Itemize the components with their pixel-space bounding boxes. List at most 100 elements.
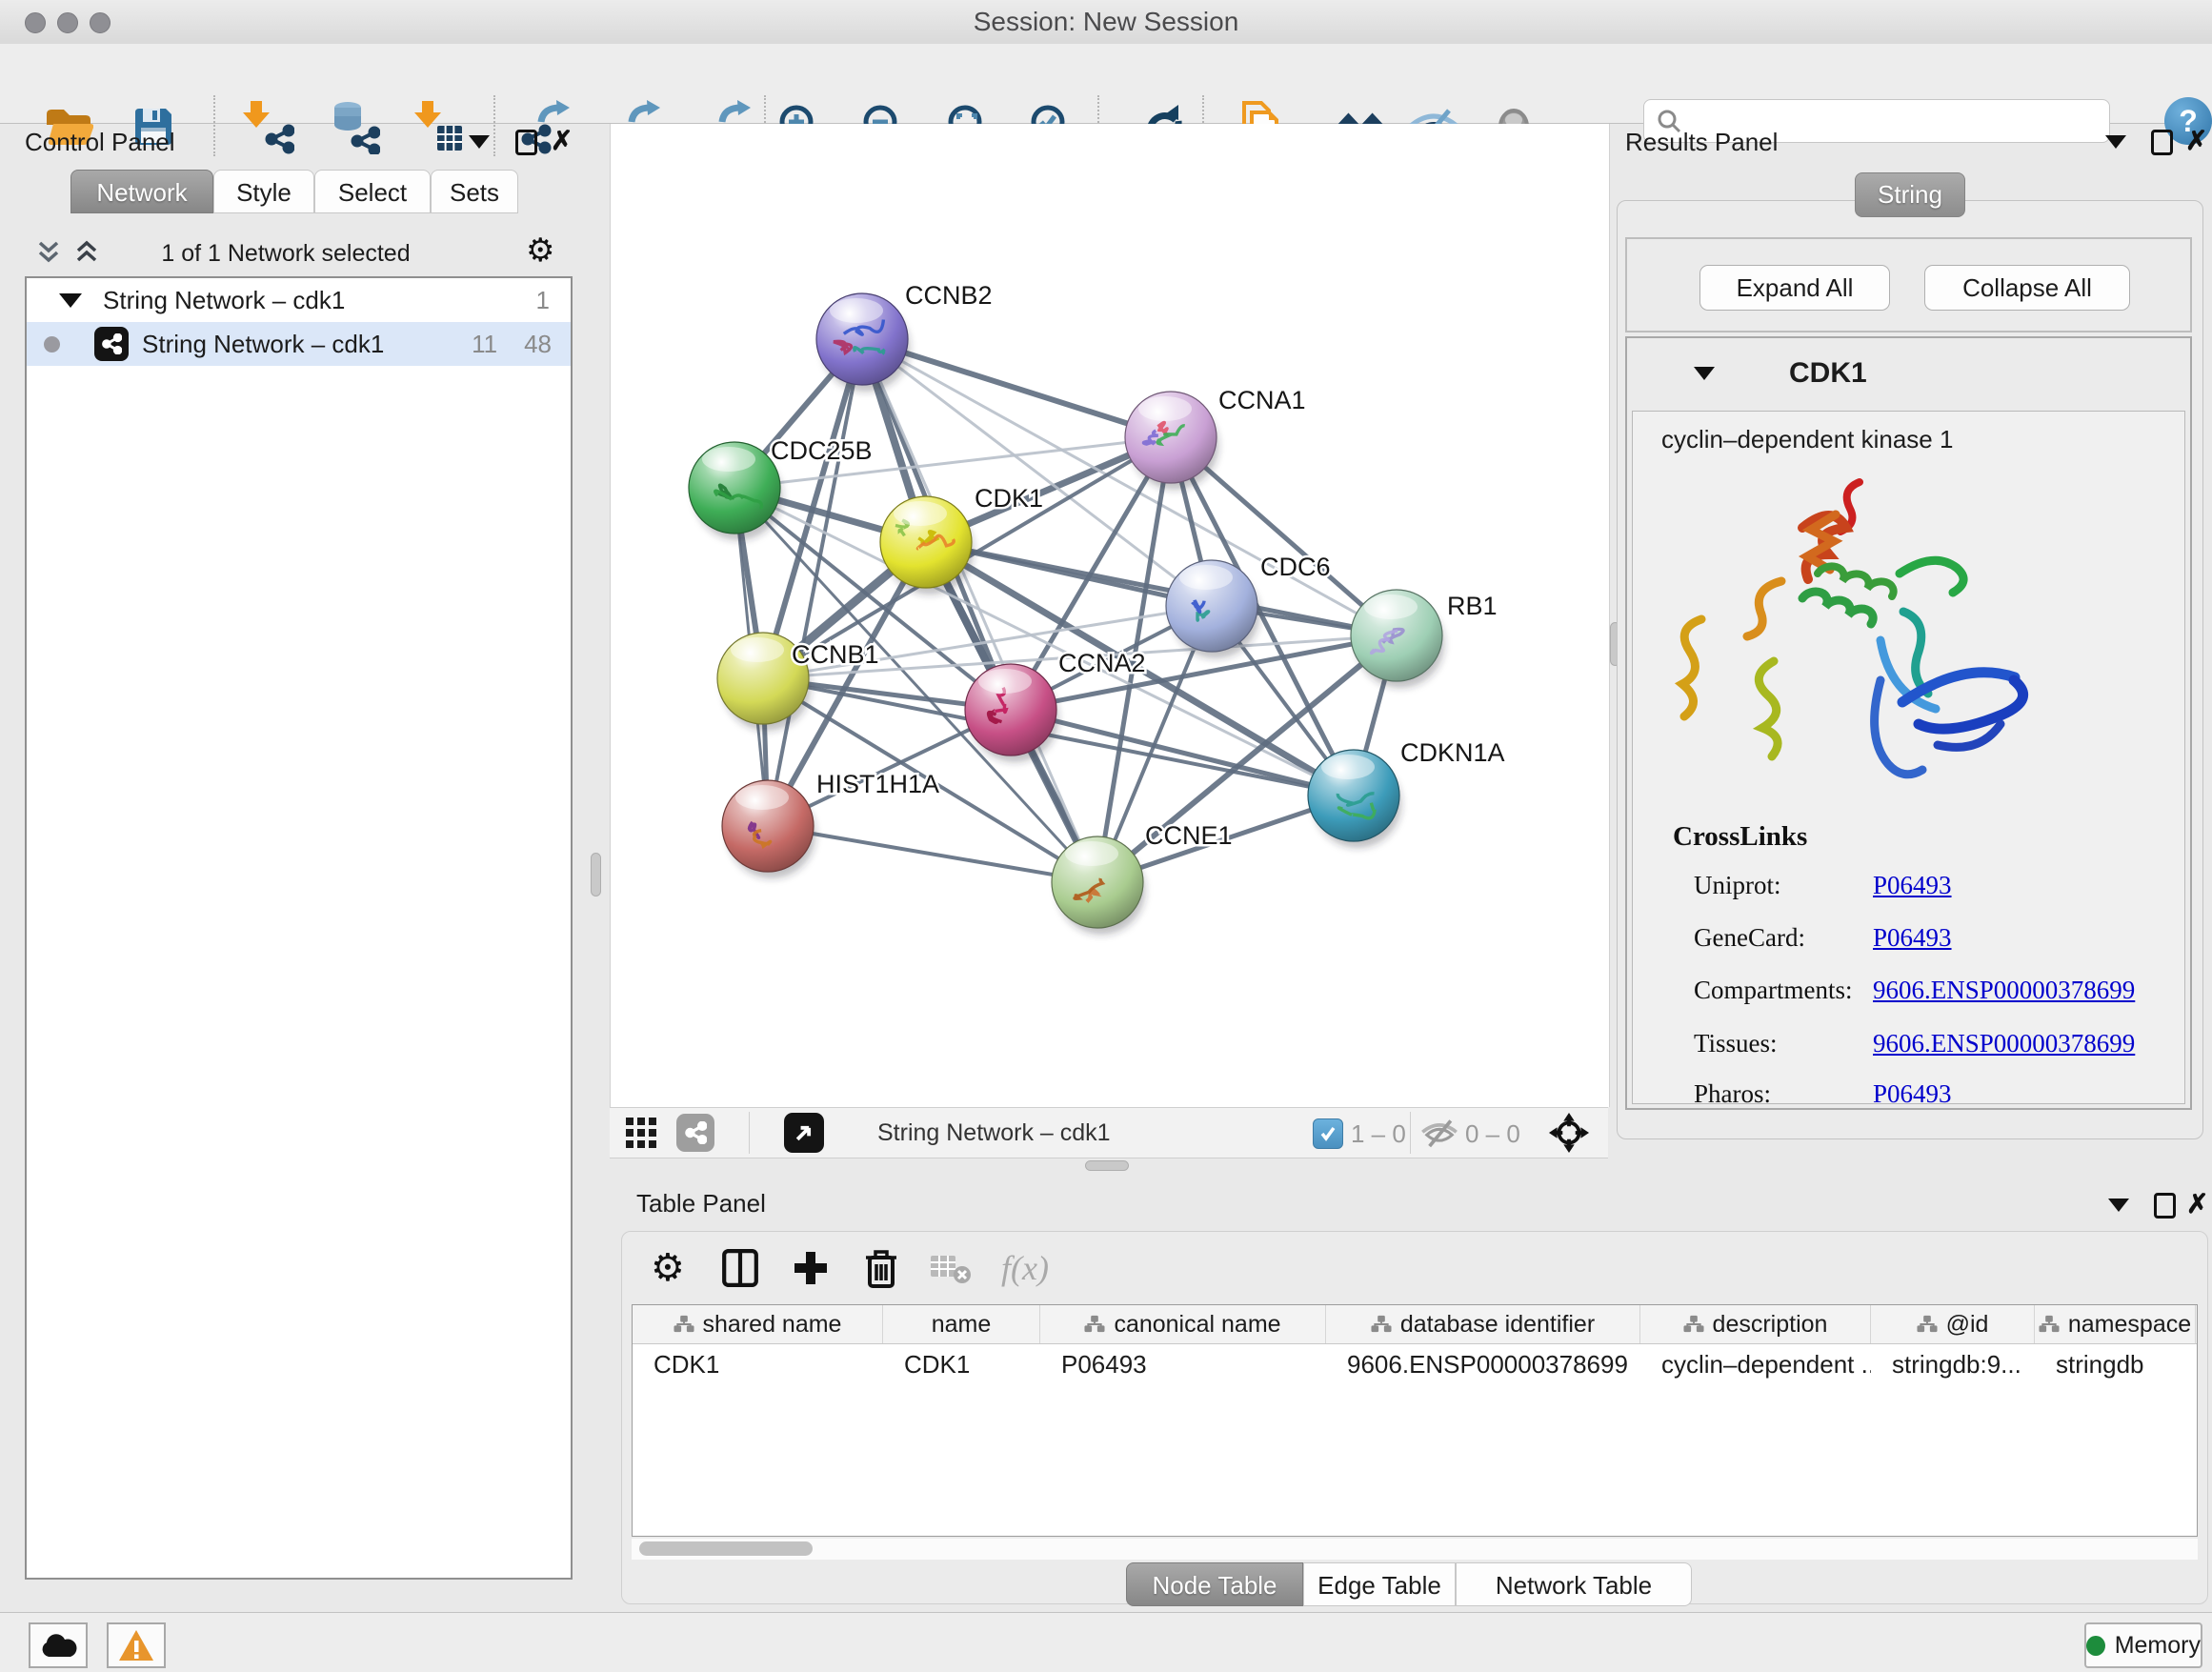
collapse-all-button[interactable]: Collapse All [1924,265,2130,311]
column-header-namespace[interactable]: namespace [2035,1305,2196,1343]
tab-sets[interactable]: Sets [431,170,518,213]
import-network-button[interactable] [240,99,295,154]
function-builder-button[interactable]: f(x) [1001,1241,1049,1295]
crosslinks-heading: CrossLinks [1673,821,1807,853]
scrollbar-thumb[interactable] [639,1541,813,1556]
table-cell[interactable]: CDK1 [633,1344,883,1384]
gene-expander-icon[interactable] [1694,367,1715,380]
expand-all-networks-button[interactable] [72,238,101,272]
column-header-name[interactable]: name [883,1305,1040,1343]
table-cell[interactable]: stringdb:9... [1871,1344,2035,1384]
node-label-HIST1H1A: HIST1H1A [816,770,939,798]
crosslink-value-link[interactable]: P06493 [1873,923,1952,953]
show-columns-button[interactable] [720,1241,760,1295]
table-row[interactable]: CDK1CDK1P064939606.ENSP00000378699cyclin… [633,1344,2197,1384]
table-panel-close-button[interactable]: ✗ [2186,1195,2208,1214]
node-CDC6[interactable] [1166,560,1259,658]
tab-style[interactable]: Style [213,170,314,213]
column-header-label: database identifier [1400,1311,1595,1339]
expand-all-button[interactable]: Expand All [1699,265,1890,311]
memory-button[interactable]: Memory [2084,1622,2202,1668]
delete-table-button[interactable] [929,1241,973,1295]
table-cell[interactable]: CDK1 [883,1344,1040,1384]
app-toolbar: ? [0,44,2212,124]
collection-count: 1 [536,286,550,315]
open-in-window-button[interactable] [784,1113,824,1153]
protein-structure-image [1659,459,2079,819]
node-HIST1H1A[interactable] [722,780,815,878]
node-RB1[interactable] [1351,590,1444,688]
network-collection-row[interactable]: String Network – cdk1 1 [27,278,571,322]
import-table-button[interactable] [412,99,467,154]
node-CDKN1A[interactable] [1308,750,1401,848]
column-header-database-identifier[interactable]: database identifier [1326,1305,1640,1343]
tab-select[interactable]: Select [314,170,431,213]
table-cell[interactable]: stringdb [2035,1344,2196,1384]
network-selection-status: 1 of 1 Network selected [124,240,448,268]
column-header-canonical-name[interactable]: canonical name [1040,1305,1326,1343]
collapse-all-networks-button[interactable] [34,238,63,272]
table-panel-float-button[interactable] [2154,1193,2176,1219]
column-header-description[interactable]: description [1640,1305,1871,1343]
fit-selected-button[interactable] [1548,1112,1590,1158]
crosslink-value-link[interactable]: 9606.ENSP00000378699 [1873,1029,2135,1058]
network-row-selected[interactable]: String Network – cdk1 11 48 [27,322,571,366]
toolbar-separator [213,95,215,156]
table-panel-menu-button[interactable] [2108,1199,2129,1212]
tab-network-table[interactable]: Network Table [1456,1562,1692,1606]
network-edge-count: 48 [524,330,552,359]
trash-icon [862,1246,900,1290]
node-CCNA1[interactable] [1125,392,1218,490]
node-label-CDK1: CDK1 [975,484,1043,513]
tab-network[interactable]: Network [70,170,213,213]
left-splitter-handle[interactable] [591,853,601,896]
crosslink-value-link[interactable]: P06493 [1873,1079,1952,1104]
control-panel-close-button[interactable]: ✗ [551,131,573,151]
network-canvas-svg[interactable]: CCNB2CCNA1CDC25BCDK1CDC6RB1CCNB1CCNA2CDK… [611,124,1609,1107]
crosslink-label: Pharos: [1694,1079,1771,1104]
node-label-CCNB1: CCNB1 [792,640,879,669]
network-icon [94,327,129,361]
crosslink-value-link[interactable]: P06493 [1873,871,1952,900]
control-panel-menu-button[interactable] [469,135,490,149]
cloud-status-button[interactable] [29,1622,88,1668]
node-CDK1[interactable] [880,496,974,594]
birdseye-toggle-button[interactable] [626,1118,658,1155]
results-panel-menu-button[interactable] [2105,135,2126,149]
node-label-CCNA2: CCNA2 [1058,649,1146,677]
table-cell[interactable]: P06493 [1040,1344,1326,1384]
create-column-button[interactable] [792,1241,830,1295]
network-options-gear-icon[interactable]: ⚙ [526,234,554,267]
network-view-toolbar: String Network – cdk1 1 – 0 0 – 0 [610,1107,1608,1158]
table-horizontal-scrollbar[interactable] [632,1539,2198,1560]
column-header--id[interactable]: @id [1871,1305,2035,1343]
node-CDC25B[interactable] [689,442,782,540]
import-network-from-database-button[interactable] [326,99,381,154]
results-panel-close-button[interactable]: ✗ [2185,131,2207,151]
table-cell[interactable]: cyclin–dependent ... [1640,1344,1871,1384]
delete-column-button[interactable] [862,1241,900,1295]
node-label-CCNA1: CCNA1 [1218,386,1306,414]
collection-expander-icon[interactable] [59,293,82,308]
horizontal-splitter-handle[interactable] [1085,1160,1129,1171]
table-options-button[interactable]: ⚙ [651,1241,685,1295]
control-panel-title: Control Panel [25,128,175,157]
selected-checkbox[interactable] [1313,1118,1343,1149]
tab-string[interactable]: String [1855,172,1965,217]
results-panel-float-button[interactable] [2151,130,2173,155]
tab-node-table[interactable]: Node Table [1126,1562,1303,1606]
network-view[interactable]: CCNB2CCNA1CDC25BCDK1CDC6RB1CCNB1CCNA2CDK… [610,124,1610,1107]
network-tree: String Network – cdk1 1 String Network –… [25,276,573,1580]
crosslink-value-link[interactable]: 9606.ENSP00000378699 [1873,976,2135,1005]
shared-column-icon [1683,1315,1704,1334]
column-header-shared-name[interactable]: shared name [633,1305,883,1343]
edge-CCNA2-CDKN1A[interactable] [1011,710,1354,796]
edge-CCNB2-HIST1H1A[interactable] [768,339,862,826]
control-panel-float-button[interactable] [515,130,537,155]
warnings-button[interactable] [107,1622,166,1668]
tab-edge-table[interactable]: Edge Table [1303,1562,1456,1606]
node-CCNA2[interactable] [965,664,1058,762]
node-CCNE1[interactable] [1052,836,1145,935]
table-cell[interactable]: 9606.ENSP00000378699 [1326,1344,1640,1384]
gene-section-header[interactable]: CDK1 [1627,338,2190,409]
